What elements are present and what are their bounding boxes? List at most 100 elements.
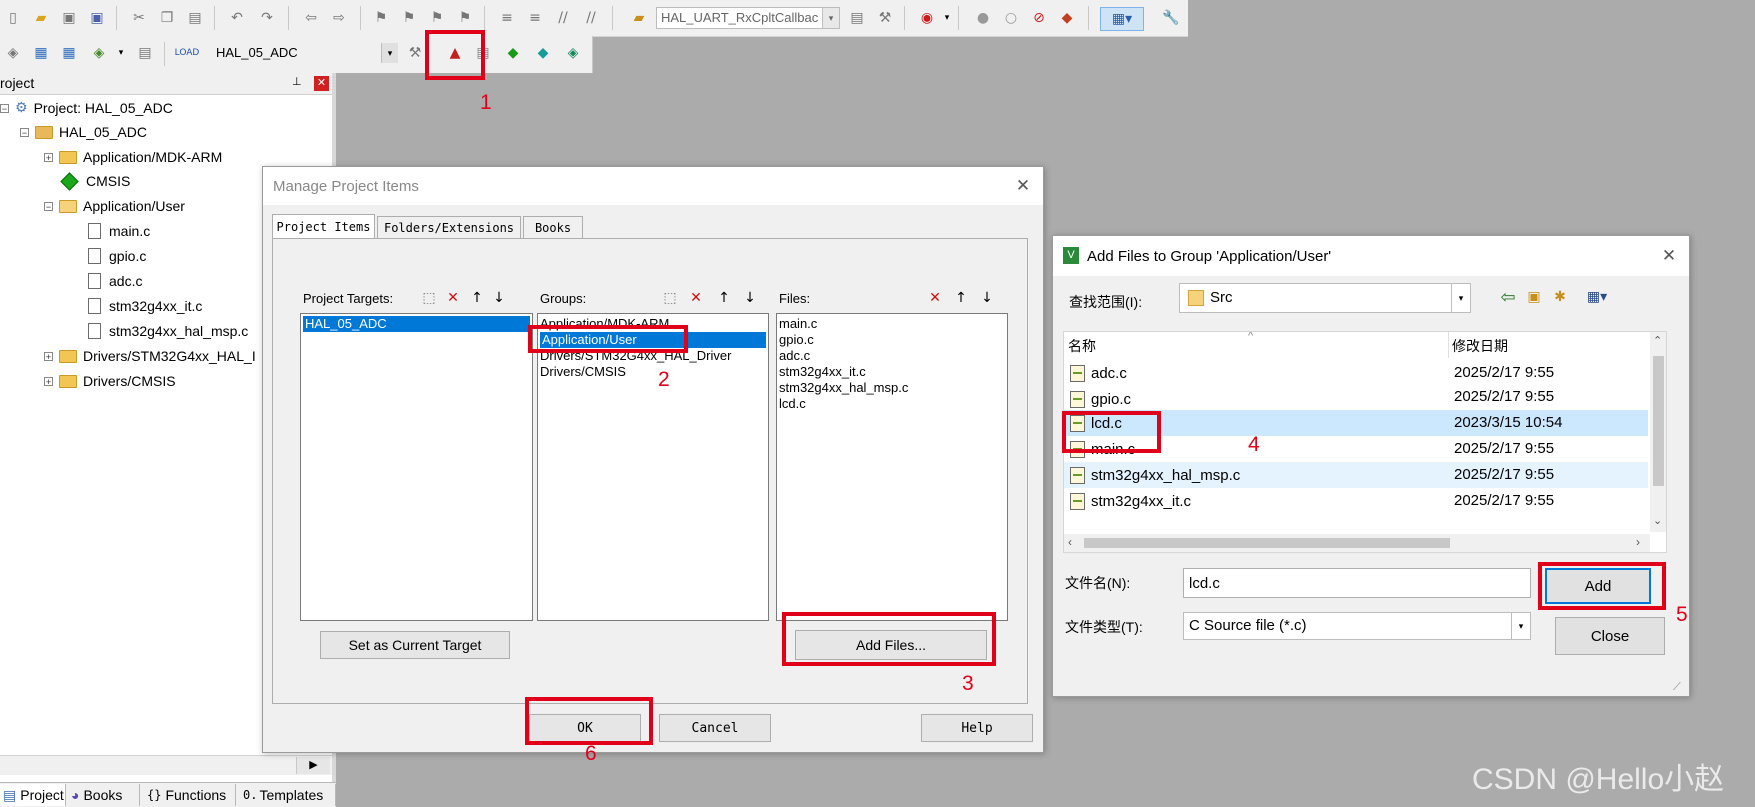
target-combo[interactable]: HAL_05_ADC ▾ — [212, 43, 398, 65]
tree-item-group[interactable]: + Drivers/CMSIS — [44, 370, 176, 392]
look-in-combo[interactable]: Src ▾ — [1179, 283, 1471, 313]
set-current-target-button[interactable]: Set as Current Target — [320, 631, 510, 659]
download-icon[interactable]: LOAD — [175, 42, 200, 64]
scroll-up-icon[interactable]: ⌃ — [1653, 334, 1662, 347]
scroll-down-icon[interactable]: ⌄ — [1653, 514, 1662, 527]
configure-icon[interactable]: 🔧 — [1160, 7, 1182, 29]
collapse-icon[interactable]: − — [0, 103, 9, 113]
tree-item-group[interactable]: + Drivers/STM32G4xx_HAL_I — [44, 345, 256, 367]
breakpoint-icon[interactable]: ● — [972, 7, 994, 29]
nav-forward-icon[interactable]: ⇨ — [328, 7, 350, 29]
breakpoint-kill-all-icon[interactable]: ◆ — [1056, 7, 1078, 29]
batch-build-icon[interactable]: ◈ — [88, 42, 110, 64]
horizontal-scrollbar[interactable]: ‹ › — [1064, 534, 1650, 552]
view-menu-icon[interactable]: ▦▾ — [1577, 286, 1617, 308]
close-icon[interactable]: ✕ — [1013, 176, 1033, 196]
breakpoint-disable-all-icon[interactable]: ⊘ — [1028, 7, 1050, 29]
chevron-down-icon[interactable]: ▾ — [381, 43, 398, 63]
comment-icon[interactable]: // — [552, 7, 574, 29]
translate-icon[interactable]: ◈ — [2, 42, 24, 64]
manage-packs-icon[interactable]: ◆ — [502, 42, 524, 64]
expand-icon[interactable]: + — [44, 152, 53, 162]
file-row[interactable]: stm32g4xx_hal_msp.c 2025/2/17 9:55 — [1064, 462, 1648, 488]
collapse-icon[interactable]: − — [20, 127, 29, 137]
new-item-icon[interactable]: ⬚ — [661, 289, 679, 307]
tab-folders-extensions[interactable]: Folders/Extensions — [377, 216, 521, 239]
incremental-find-icon[interactable]: ⚒ — [874, 7, 896, 29]
list-item[interactable]: stm32g4xx_hal_msp.c — [779, 380, 908, 396]
new-file-icon[interactable]: ▯ — [2, 7, 24, 29]
unindent-icon[interactable]: ≡ — [524, 7, 546, 29]
bookmark-prev-icon[interactable]: ⚑ — [398, 7, 420, 29]
cancel-button[interactable]: Cancel — [659, 714, 771, 742]
list-item[interactable]: stm32g4xx_it.c — [779, 364, 866, 380]
tab-functions[interactable]: {} Functions — [144, 784, 236, 806]
find-icon[interactable]: ▤ — [846, 7, 868, 29]
tree-item-file[interactable]: main.c — [88, 220, 150, 242]
help-button[interactable]: Help — [921, 714, 1033, 742]
resize-grip-icon[interactable]: ⟋ — [1673, 680, 1681, 694]
file-row[interactable]: gpio.c 2025/2/17 9:55 — [1064, 386, 1648, 408]
chevron-down-icon[interactable]: ▾ — [1511, 613, 1530, 639]
stop-build-icon[interactable]: ▤ — [134, 42, 156, 64]
list-item[interactable]: lcd.c — [779, 396, 806, 412]
callback-combo[interactable]: HAL_UART_RxCpltCallbac ▾ — [656, 7, 840, 29]
new-item-icon[interactable]: ⬚ — [420, 289, 438, 307]
horizontal-scrollbar[interactable]: ▶ — [0, 755, 332, 775]
up-folder-icon[interactable]: ▣ — [1523, 286, 1545, 308]
scroll-right-icon[interactable]: › — [1636, 535, 1640, 549]
pack-installer-icon[interactable]: ◈ — [562, 42, 584, 64]
column-header-date[interactable]: 修改日期 — [1452, 336, 1508, 356]
filetype-select[interactable]: C Source file (*.c) ▾ — [1183, 612, 1531, 640]
chevron-down-icon[interactable]: ▾ — [1451, 284, 1470, 312]
new-folder-icon[interactable]: ✱ — [1549, 286, 1571, 308]
back-arrow-icon[interactable]: ⇦ — [1497, 286, 1519, 308]
scrollbar-thumb[interactable] — [1084, 538, 1450, 548]
debug-icon[interactable]: ◉ — [916, 7, 938, 29]
bookmark-next-icon[interactable]: ⚑ — [426, 7, 448, 29]
scroll-right-icon[interactable]: ▶ — [296, 757, 330, 774]
copy-icon[interactable]: ❐ — [156, 7, 178, 29]
nav-back-icon[interactable]: ⇦ — [300, 7, 322, 29]
move-down-icon[interactable]: ↓ — [490, 289, 508, 307]
column-header-name[interactable]: 名称 — [1068, 336, 1096, 356]
paste-icon[interactable]: ▤ — [184, 7, 206, 29]
list-item[interactable]: gpio.c — [779, 332, 814, 348]
close-icon[interactable]: ✕ — [314, 76, 329, 91]
expand-icon[interactable]: + — [44, 376, 53, 386]
tree-item-project-root[interactable]: − ⚙ Project: HAL_05_ADC — [0, 97, 173, 119]
scroll-left-icon[interactable]: ‹ — [1068, 535, 1072, 549]
tree-item-group[interactable]: − Application/User — [44, 195, 185, 217]
undo-icon[interactable]: ↶ — [226, 7, 248, 29]
find-in-files-icon[interactable]: ▰ — [628, 7, 650, 29]
tree-item-file[interactable]: stm32g4xx_it.c — [88, 295, 202, 317]
vertical-scrollbar[interactable]: ⌃ ⌄ — [1650, 332, 1666, 532]
breakpoint-disable-icon[interactable]: ○ — [1000, 7, 1022, 29]
tab-books[interactable]: ◕ Books — [68, 784, 140, 806]
tree-item-target[interactable]: − HAL_05_ADC — [20, 121, 147, 143]
tab-books[interactable]: Books — [523, 216, 583, 239]
delete-icon[interactable]: ✕ — [687, 289, 705, 307]
tree-item-file[interactable]: gpio.c — [88, 245, 146, 267]
tree-item-group[interactable]: + Application/MDK-ARM — [44, 146, 222, 168]
delete-icon[interactable]: ✕ — [926, 289, 944, 307]
chevron-down-icon[interactable]: ▾ — [110, 42, 132, 64]
bookmark-clear-icon[interactable]: ⚑ — [454, 7, 476, 29]
redo-icon[interactable]: ↷ — [256, 7, 278, 29]
tab-templates[interactable]: 0. Templates — [240, 784, 336, 806]
list-item[interactable]: main.c — [779, 316, 817, 332]
window-layout-icon[interactable]: ▦▾ — [1100, 7, 1144, 31]
expand-icon[interactable]: + — [44, 351, 53, 361]
file-row[interactable]: adc.c 2025/2/17 9:55 — [1064, 360, 1648, 386]
tree-item-file[interactable]: stm32g4xx_hal_msp.c — [88, 320, 248, 342]
list-item[interactable]: Drivers/CMSIS — [540, 364, 626, 380]
list-item-selected[interactable]: HAL_05_ADC — [303, 316, 530, 332]
chevron-down-icon[interactable]: ▾ — [822, 8, 839, 28]
save-all-icon[interactable]: ▣ — [86, 7, 108, 29]
move-up-icon[interactable]: ↑ — [715, 289, 733, 307]
collapse-icon[interactable]: − — [44, 201, 53, 211]
scrollbar-thumb[interactable] — [1653, 356, 1664, 486]
pin-icon[interactable]: ⊥ — [292, 75, 302, 88]
close-icon[interactable]: ✕ — [1659, 246, 1679, 266]
filename-input[interactable] — [1183, 568, 1531, 598]
